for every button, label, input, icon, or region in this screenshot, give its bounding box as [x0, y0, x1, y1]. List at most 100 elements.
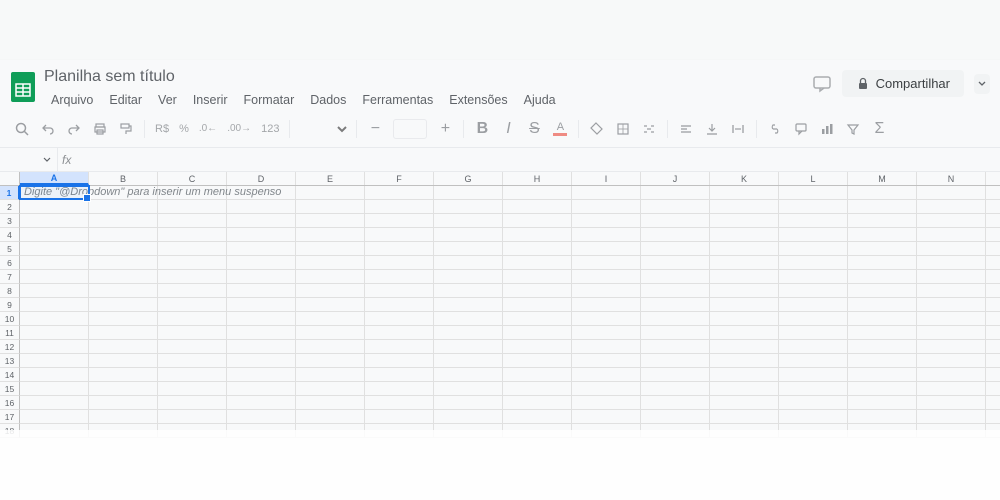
- row-header-12[interactable]: 12: [0, 340, 20, 354]
- cell-N14[interactable]: [917, 368, 986, 381]
- cell-F7[interactable]: [365, 270, 434, 283]
- row-header-2[interactable]: 2: [0, 200, 20, 214]
- cell-D6[interactable]: [227, 256, 296, 269]
- column-header-M[interactable]: M: [848, 172, 917, 185]
- cell-G17[interactable]: [434, 410, 503, 423]
- font-inc-icon[interactable]: +: [433, 117, 457, 141]
- font-dec-icon[interactable]: −: [363, 117, 387, 141]
- valign-icon[interactable]: [700, 117, 724, 141]
- menu-dados[interactable]: Dados: [303, 90, 353, 110]
- cell-I11[interactable]: [572, 326, 641, 339]
- cell-E15[interactable]: [296, 382, 365, 395]
- cell-J16[interactable]: [641, 396, 710, 409]
- cell-B15[interactable]: [89, 382, 158, 395]
- cell-K16[interactable]: [710, 396, 779, 409]
- cell-M15[interactable]: [848, 382, 917, 395]
- cell-C5[interactable]: [158, 242, 227, 255]
- decrease-decimal-button[interactable]: .0←: [195, 123, 221, 134]
- row-header-7[interactable]: 7: [0, 270, 20, 284]
- cell-M17[interactable]: [848, 410, 917, 423]
- row-header-8[interactable]: 8: [0, 284, 20, 298]
- strike-icon[interactable]: S: [522, 117, 546, 141]
- cell-J1[interactable]: [641, 186, 710, 199]
- cell-L3[interactable]: [779, 214, 848, 227]
- cell-L10[interactable]: [779, 312, 848, 325]
- column-header-C[interactable]: C: [158, 172, 227, 185]
- cell-H11[interactable]: [503, 326, 572, 339]
- cell-F14[interactable]: [365, 368, 434, 381]
- cell-L13[interactable]: [779, 354, 848, 367]
- cell-G3[interactable]: [434, 214, 503, 227]
- cell-D10[interactable]: [227, 312, 296, 325]
- cell-B2[interactable]: [89, 200, 158, 213]
- comment-history-icon[interactable]: [812, 74, 832, 94]
- column-header-G[interactable]: G: [434, 172, 503, 185]
- cell-F13[interactable]: [365, 354, 434, 367]
- cell-G11[interactable]: [434, 326, 503, 339]
- cell-M4[interactable]: [848, 228, 917, 241]
- cell-B13[interactable]: [89, 354, 158, 367]
- cell-N15[interactable]: [917, 382, 986, 395]
- cell-H16[interactable]: [503, 396, 572, 409]
- cell-H13[interactable]: [503, 354, 572, 367]
- number-format-button[interactable]: 123: [257, 123, 283, 135]
- cell-K13[interactable]: [710, 354, 779, 367]
- cell-L1[interactable]: [779, 186, 848, 199]
- cell-A17[interactable]: [20, 410, 89, 423]
- cell-J12[interactable]: [641, 340, 710, 353]
- italic-icon[interactable]: I: [496, 117, 520, 141]
- redo-icon[interactable]: [62, 117, 86, 141]
- menu-editar[interactable]: Editar: [102, 90, 149, 110]
- cell-B10[interactable]: [89, 312, 158, 325]
- column-header-B[interactable]: B: [89, 172, 158, 185]
- row-header-1[interactable]: 1: [0, 186, 20, 200]
- cell-I12[interactable]: [572, 340, 641, 353]
- cell-K12[interactable]: [710, 340, 779, 353]
- cell-E2[interactable]: [296, 200, 365, 213]
- cell-D2[interactable]: [227, 200, 296, 213]
- cell-B14[interactable]: [89, 368, 158, 381]
- cell-N17[interactable]: [917, 410, 986, 423]
- cell-I4[interactable]: [572, 228, 641, 241]
- cell-L16[interactable]: [779, 396, 848, 409]
- column-header-D[interactable]: D: [227, 172, 296, 185]
- cell-B6[interactable]: [89, 256, 158, 269]
- column-header-I[interactable]: I: [572, 172, 641, 185]
- column-header-H[interactable]: H: [503, 172, 572, 185]
- cell-I16[interactable]: [572, 396, 641, 409]
- cell-D17[interactable]: [227, 410, 296, 423]
- cell-C14[interactable]: [158, 368, 227, 381]
- cell-G13[interactable]: [434, 354, 503, 367]
- cell-N13[interactable]: [917, 354, 986, 367]
- cell-G10[interactable]: [434, 312, 503, 325]
- cell-B16[interactable]: [89, 396, 158, 409]
- cell-M13[interactable]: [848, 354, 917, 367]
- cell-B4[interactable]: [89, 228, 158, 241]
- cell-J15[interactable]: [641, 382, 710, 395]
- row-header-17[interactable]: 17: [0, 410, 20, 424]
- cell-K9[interactable]: [710, 298, 779, 311]
- cell-M16[interactable]: [848, 396, 917, 409]
- increase-decimal-button[interactable]: .00→: [223, 123, 255, 134]
- cell-N3[interactable]: [917, 214, 986, 227]
- cell-D16[interactable]: [227, 396, 296, 409]
- cell-K17[interactable]: [710, 410, 779, 423]
- cell-H1[interactable]: [503, 186, 572, 199]
- paint-format-icon[interactable]: [114, 117, 138, 141]
- cell-F15[interactable]: [365, 382, 434, 395]
- cell-I8[interactable]: [572, 284, 641, 297]
- cell-F16[interactable]: [365, 396, 434, 409]
- cell-J10[interactable]: [641, 312, 710, 325]
- cell-E3[interactable]: [296, 214, 365, 227]
- cell-N10[interactable]: [917, 312, 986, 325]
- column-header-L[interactable]: L: [779, 172, 848, 185]
- cell-L6[interactable]: [779, 256, 848, 269]
- cell-E17[interactable]: [296, 410, 365, 423]
- cell-G12[interactable]: [434, 340, 503, 353]
- cell-A1[interactable]: [20, 186, 89, 199]
- row-header-14[interactable]: 14: [0, 368, 20, 382]
- cell-G5[interactable]: [434, 242, 503, 255]
- cell-H4[interactable]: [503, 228, 572, 241]
- cell-K6[interactable]: [710, 256, 779, 269]
- cell-M9[interactable]: [848, 298, 917, 311]
